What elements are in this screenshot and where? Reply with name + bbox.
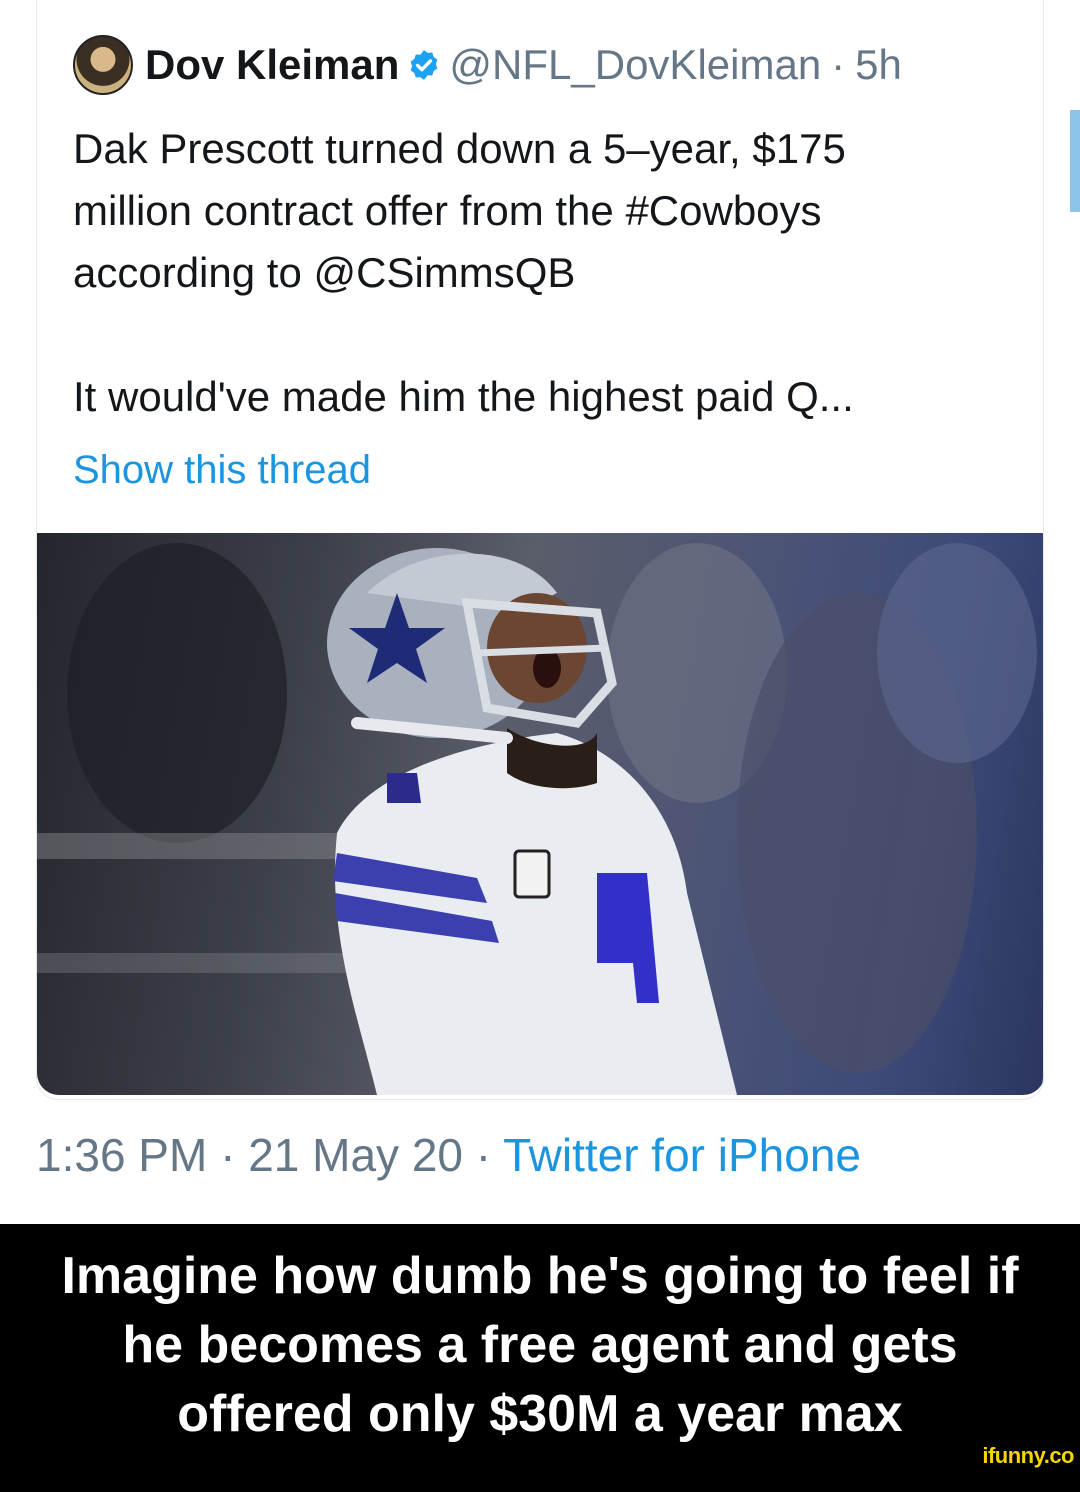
tweet-text-line: million contract offer from the #Cowboys [73,187,822,234]
meme-caption: Imagine how dumb he's going to feel if h… [0,1224,1080,1492]
tweet-photo[interactable] [37,533,1043,1095]
tweet-text: Dak Prescott turned down a 5–year, $175 … [73,118,1013,428]
tweet-card[interactable]: Dov Kleiman @NFL_DovKleiman · 5h Dak Pre… [36,0,1044,1100]
display-name[interactable]: Dov Kleiman [145,41,399,89]
tweet-date[interactable]: 21 May 20 [248,1129,463,1181]
tweet-time[interactable]: 1:36 PM [36,1129,207,1181]
tweet-meta: 1:36 PM · 21 May 20 · Twitter for iPhone [36,1128,861,1182]
tweet-age[interactable]: 5h [855,41,902,89]
caption-line: he becomes a free agent and gets [122,1316,958,1374]
user-handle[interactable]: @NFL_DovKleiman [449,41,821,89]
tweet-text-line: It would've made him the highest paid Q.… [73,373,854,420]
ifunny-watermark: ifunny.co [982,1443,1074,1468]
avatar[interactable] [73,35,133,95]
tweet-text-line: according to @CSimmsQB [73,249,576,296]
tweet-header: Dov Kleiman @NFL_DovKleiman · 5h [73,34,902,96]
tweet-source-link[interactable]: Twitter for iPhone [503,1129,861,1181]
separator-dot: · [475,1129,492,1181]
verified-badge-icon [411,50,438,80]
football-player-photo [37,543,1037,1095]
caption-line: Imagine how dumb he's going to feel if [61,1247,1019,1305]
separator-dot: · [831,41,846,88]
caption-line: offered only $30M a year max [177,1385,903,1443]
tweet-text-line: Dak Prescott turned down a 5–year, $175 [73,125,846,172]
show-thread-link[interactable]: Show this thread [73,448,371,493]
separator-dot: · [220,1129,236,1181]
scrollbar[interactable] [1070,110,1080,212]
